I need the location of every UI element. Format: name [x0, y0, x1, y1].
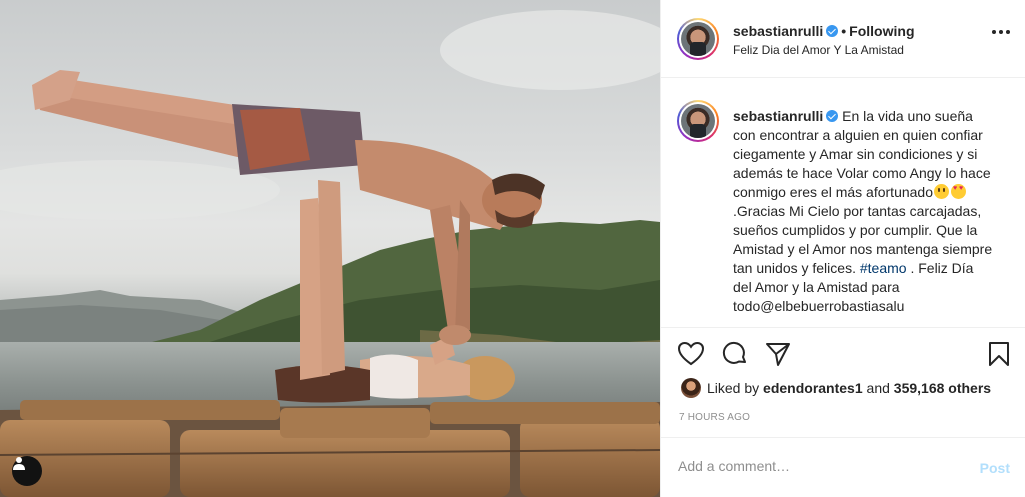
header-username[interactable]: sebastianrulli [733, 23, 823, 39]
verified-badge-icon [826, 25, 839, 37]
comment-icon[interactable] [721, 340, 749, 368]
heart-eyes-emoji-icon [951, 184, 966, 199]
liker-avatar[interactable] [681, 378, 701, 398]
post-comment-button[interactable]: Post [980, 460, 1010, 476]
caption-username[interactable]: sebastianrulli [733, 108, 823, 124]
likes-prefix: Liked by [707, 380, 760, 396]
post-actions: Liked by edendorantes1 and 359,168 other… [661, 327, 1025, 437]
user-silhouette-icon [13, 457, 25, 470]
post-timestamp[interactable]: 7 HOURS AGO [679, 412, 750, 423]
caption-section: sebastianrulli En la vida uno sueña con … [661, 79, 1025, 327]
verified-badge-icon [826, 110, 839, 122]
post-header: sebastianrulli • Following Feliz Dia del A… [661, 0, 1025, 78]
caption-text: sebastianrulli En la vida uno sueña con … [733, 107, 995, 316]
share-icon[interactable] [764, 340, 792, 368]
post-location[interactable]: Feliz Dia del Amor Y La Amistad [733, 43, 904, 57]
header-username-row: sebastianrulli • Following [733, 23, 915, 39]
grinning-emoji-icon [934, 184, 949, 199]
comment-input[interactable] [678, 458, 968, 474]
likes-summary: Liked by edendorantes1 and 359,168 other… [681, 378, 991, 398]
heart-icon[interactable] [677, 340, 705, 368]
avatar[interactable] [677, 18, 719, 60]
hashtag-link[interactable]: #teamo [860, 260, 907, 276]
bookmark-icon[interactable] [985, 340, 1013, 368]
photo-illustration [0, 10, 660, 497]
user-tag-icon[interactable] [12, 456, 42, 486]
header-separator: • [841, 23, 847, 39]
likes-count[interactable]: 359,168 others [894, 380, 991, 396]
likes-and: and [866, 380, 890, 396]
comment-bar: Post [661, 437, 1025, 497]
post-side-panel: sebastianrulli • Following Feliz Dia del A… [660, 0, 1025, 497]
caption-avatar[interactable] [677, 100, 719, 142]
post-photo[interactable] [0, 0, 660, 497]
caption-body-4: todo@elbebuerrobastiasalu [733, 298, 905, 314]
liker-username[interactable]: edendorantes1 [763, 380, 863, 396]
following-button[interactable]: Following [849, 23, 914, 39]
more-options-icon[interactable] [992, 30, 1010, 34]
